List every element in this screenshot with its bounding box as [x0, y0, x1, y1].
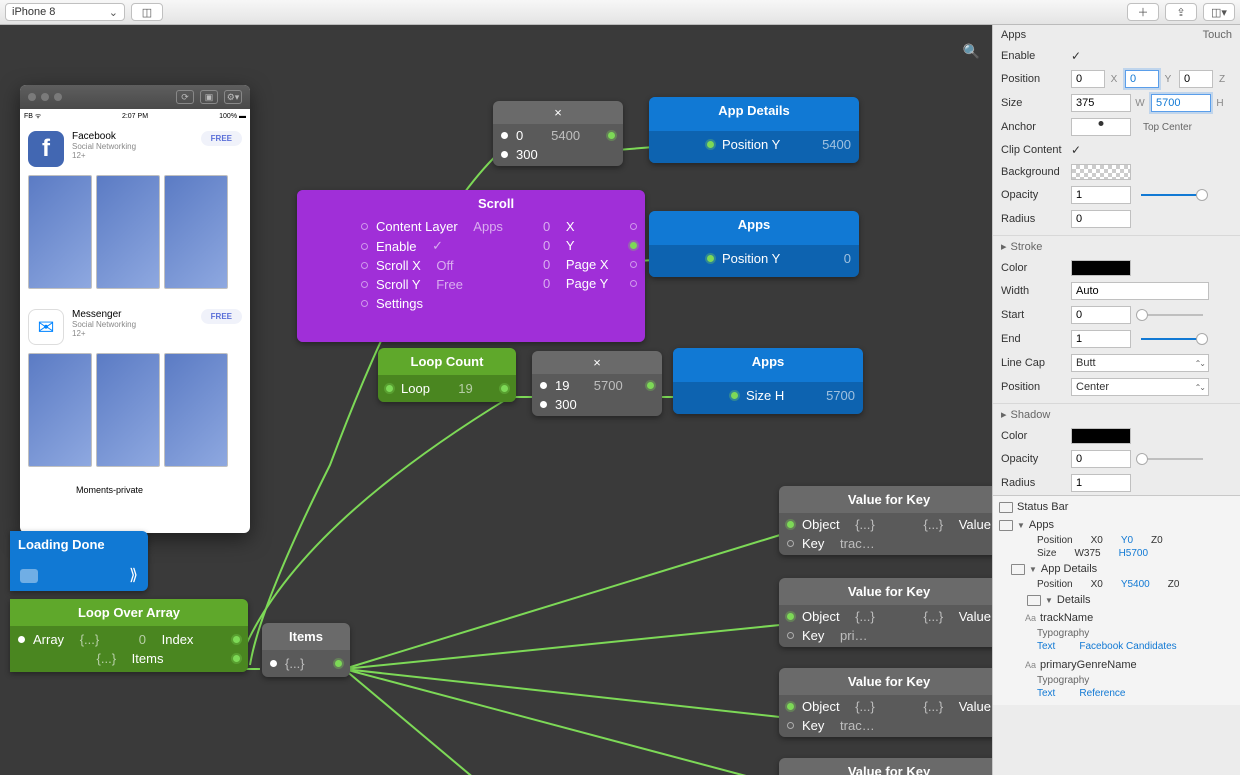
shadow-color-swatch[interactable]	[1071, 428, 1131, 444]
node-loading-done[interactable]: Loading Done ⟫	[10, 531, 148, 591]
share-button[interactable]: ⇪	[1165, 3, 1197, 21]
node-app-details[interactable]: App Details Position Y5400	[649, 97, 859, 163]
text-link[interactable]: Text	[1037, 688, 1055, 699]
stroke-end-input[interactable]	[1071, 330, 1131, 348]
free-button[interactable]: FREE	[201, 309, 242, 324]
preview-reload-icon[interactable]: ⟳	[176, 90, 194, 104]
node-value-for-key-1[interactable]: Value for Key Object {...}{...} Value Ke…	[779, 486, 992, 555]
reference-link[interactable]: Reference	[1079, 688, 1125, 699]
bg-swatch[interactable]	[1071, 164, 1131, 180]
stroke-width-input[interactable]	[1071, 282, 1209, 300]
candidates-link[interactable]: Facebook Candidates	[1079, 641, 1176, 652]
canvas[interactable]: 🔍 ⟳ ▣ ⚙▾ FB ᯤ 2:07 PM 100% ▬	[0, 25, 992, 775]
clip-checkbox[interactable]: ✓	[1071, 143, 1081, 157]
linecap-select[interactable]: Butt	[1071, 354, 1209, 372]
touch-tab[interactable]: Touch	[1203, 29, 1232, 41]
opacity-slider[interactable]	[1141, 194, 1203, 196]
position-y-input[interactable]	[1125, 70, 1159, 88]
stroke-start-input[interactable]	[1071, 306, 1131, 324]
preview-window: ⟳ ▣ ⚙▾ FB ᯤ 2:07 PM 100% ▬ f Facebook So…	[20, 85, 250, 533]
node-value-for-key-3[interactable]: Value for Key Object {...}{...} Value Ke…	[779, 668, 992, 737]
wireless-icon: ⟫	[129, 565, 138, 585]
moments-label: Moments-private	[20, 479, 250, 495]
node-value-for-key-4[interactable]: Value for Key	[779, 758, 992, 775]
screenshots-row	[20, 353, 250, 479]
layer-genre[interactable]: AaprimaryGenreName	[993, 656, 1240, 674]
free-button[interactable]: FREE	[201, 131, 242, 146]
preview-camera-icon[interactable]: ▣	[200, 90, 218, 104]
messenger-icon: ✉	[28, 309, 64, 345]
text-link[interactable]: Text	[1037, 641, 1055, 652]
inspector-title: Apps	[1001, 29, 1026, 41]
node-items[interactable]: Items {...}	[262, 623, 350, 677]
toggle[interactable]	[20, 569, 38, 583]
layer-app-details[interactable]: ▼App Details	[993, 560, 1240, 578]
opacity-input[interactable]	[1071, 186, 1131, 204]
node-loop-count[interactable]: Loop Count Loop19	[378, 348, 516, 402]
size-w-input[interactable]	[1071, 94, 1131, 112]
layer-apps[interactable]: ▼Apps	[993, 516, 1240, 534]
layers-panel: Status Bar ▼Apps PositionX0Y0Z0 SizeW375…	[993, 495, 1240, 705]
layout-button[interactable]: ◫	[131, 3, 163, 21]
position-x-input[interactable]	[1071, 70, 1105, 88]
size-h-input[interactable]	[1151, 94, 1211, 112]
node-scroll[interactable]: Scroll Content Layer Apps Enable ✓ Scrol…	[297, 190, 645, 342]
view-button[interactable]: ◫▾	[1203, 3, 1235, 21]
add-button[interactable]: ＋	[1127, 3, 1159, 21]
top-toolbar: iPhone 8 ◫ ＋ ⇪ ◫▾	[0, 0, 1240, 25]
stroke-section[interactable]: ▸Stroke	[993, 235, 1240, 257]
preview-titlebar: ⟳ ▣ ⚙▾	[20, 85, 250, 109]
position-z-input[interactable]	[1179, 70, 1213, 88]
node-apps-2[interactable]: Apps Size H5700	[673, 348, 863, 414]
enable-checkbox[interactable]: ✓	[1071, 49, 1081, 63]
layer-details[interactable]: ▼Details	[993, 591, 1240, 609]
close-icon[interactable]: ×	[593, 355, 601, 370]
node-apps-1[interactable]: Apps Position Y0	[649, 211, 859, 277]
close-icon[interactable]: ×	[554, 105, 562, 120]
layer-trackname[interactable]: AatrackName	[993, 609, 1240, 627]
stroke-position-select[interactable]: Center	[1071, 378, 1209, 396]
node-math-1[interactable]: × 05400 300	[493, 101, 623, 166]
app-card-facebook: f Facebook Social Networking 12+ FREE	[20, 123, 250, 175]
stroke-color-swatch[interactable]	[1071, 260, 1131, 276]
stroke-end-slider[interactable]	[1141, 338, 1203, 340]
node-math-2[interactable]: × 195700 300	[532, 351, 662, 416]
preview-gear-icon[interactable]: ⚙▾	[224, 90, 242, 104]
shadow-section[interactable]: ▸Shadow	[993, 403, 1240, 425]
status-bar: FB ᯤ 2:07 PM 100% ▬	[20, 109, 250, 123]
shadow-opacity-slider[interactable]	[1141, 458, 1203, 460]
stroke-start-slider[interactable]	[1141, 314, 1203, 316]
node-value-for-key-2[interactable]: Value for Key Object {...}{...} Value Ke…	[779, 578, 992, 647]
app-name: Facebook	[72, 131, 193, 142]
facebook-icon: f	[28, 131, 64, 167]
node-loop-over-array[interactable]: Loop Over Array Array {...} 0 Index {...…	[10, 599, 248, 672]
app-card-messenger: ✉ Messenger Social Networking 12+ FREE	[20, 301, 250, 353]
radius-input[interactable]	[1071, 210, 1131, 228]
device-selector[interactable]: iPhone 8	[5, 3, 125, 21]
inspector-panel: Apps Touch Enable✓ Position X Y Z Size W…	[992, 25, 1240, 775]
screenshots-row	[20, 175, 250, 301]
layer-status-bar[interactable]: Status Bar	[993, 498, 1240, 516]
anchor-picker[interactable]	[1071, 118, 1131, 136]
shadow-opacity-input[interactable]	[1071, 450, 1131, 468]
search-icon[interactable]: 🔍	[963, 43, 980, 60]
shadow-radius-input[interactable]	[1071, 474, 1131, 492]
